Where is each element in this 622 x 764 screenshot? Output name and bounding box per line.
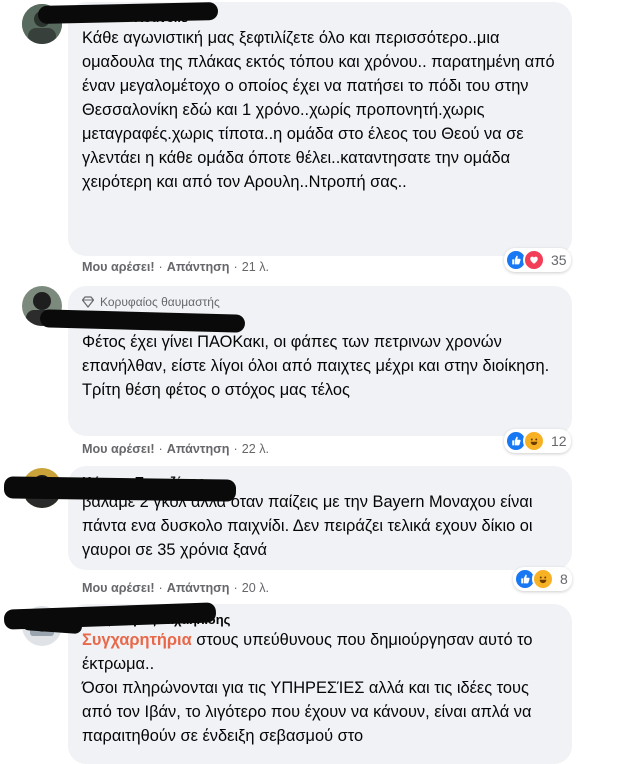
comment-bubble: Dimitris Kouvelis Κάθε αγωνιστική μας ξε… (68, 2, 572, 256)
reply-action[interactable]: Απάντηση (167, 581, 230, 595)
reaction-count: 12 (551, 433, 567, 449)
love-icon (523, 249, 545, 271)
diamond-icon (82, 296, 94, 308)
comment-text: Κάθε αγωνιστική μας ξεφτιλίζετε όλο και … (82, 29, 560, 191)
comment-text: Φέτος έχει γίνει ΠΑΟΚακι, οι φάπες των π… (82, 333, 554, 399)
reaction-summary[interactable]: 8 (513, 567, 572, 591)
redaction-scribble (3, 476, 237, 502)
reaction-summary[interactable]: 12 (504, 429, 571, 453)
haha-icon (532, 568, 554, 590)
comment-bubble: Κορυφαίος θαυμαστής Γιώργος Παπαδόπουλος… (68, 286, 572, 436)
reaction-count: 8 (560, 571, 568, 587)
like-action[interactable]: Μου αρέσει! (82, 442, 155, 456)
haha-icon (523, 430, 545, 452)
comment-actions: Μου αρέσει! · Απάντηση · 20 λ. (82, 581, 269, 595)
comment-text: βάλαμε 2 γκολ αλλά οταν παίζεις με την B… (82, 493, 538, 559)
separator-dot: · (233, 260, 238, 274)
top-fan-badge: Κορυφαίος θαυμαστής (82, 294, 560, 310)
separator-dot: · (158, 442, 163, 456)
comment-time[interactable]: 20 λ. (242, 581, 269, 595)
separator-dot: · (233, 581, 238, 595)
badge-label: Κορυφαίος θαυμαστής (100, 295, 220, 309)
reaction-count: 35 (551, 252, 567, 268)
comment-time[interactable]: 22 λ. (242, 442, 269, 456)
comment-text: Συγχαρητήρια στους υπεύθυνους που δημιού… (82, 628, 560, 748)
comment-bubble: Αλέξανδρος Μιχαηλίδης Συγχαρητήρια στους… (68, 604, 572, 764)
reaction-summary[interactable]: 35 (504, 248, 571, 272)
separator-dot: · (158, 260, 163, 274)
redaction-scribble (37, 2, 219, 24)
comment-time[interactable]: 21 λ. (242, 260, 269, 274)
comment-actions: Μου αρέσει! · Απάντηση · 22 λ. (82, 442, 269, 456)
separator-dot: · (233, 442, 238, 456)
like-action[interactable]: Μου αρέσει! (82, 260, 155, 274)
reply-action[interactable]: Απάντηση (167, 442, 230, 456)
separator-dot: · (158, 581, 163, 595)
like-action[interactable]: Μου αρέσει! (82, 581, 155, 595)
highlighted-word[interactable]: Συγχαρητήρια (82, 631, 192, 649)
comment-actions: Μου αρέσει! · Απάντηση · 21 λ. (82, 260, 269, 274)
reply-action[interactable]: Απάντηση (167, 260, 230, 274)
